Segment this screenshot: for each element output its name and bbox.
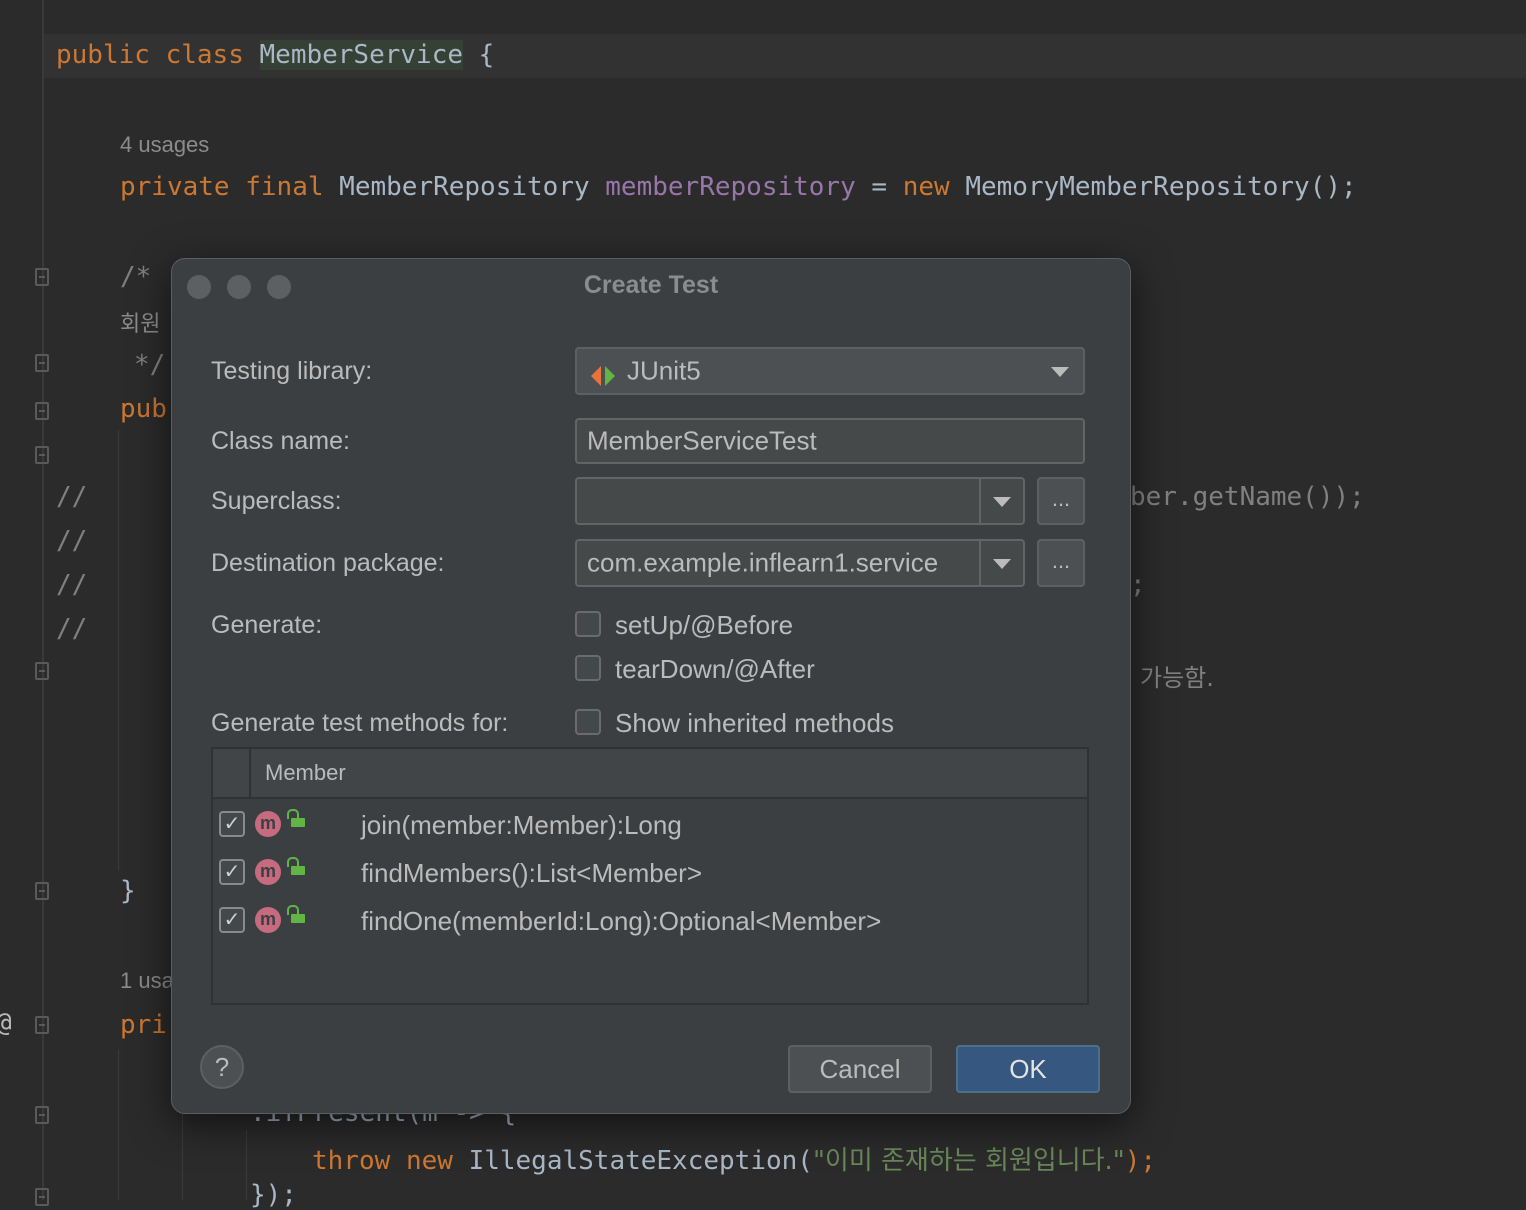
code-line-class-decl[interactable]: public class MemberService { — [56, 40, 494, 70]
table-row[interactable]: ✓ m join(member:Member):Long — [213, 801, 1087, 849]
code-snippet-right-3: 가능함. — [1140, 664, 1214, 692]
table-row[interactable]: ✓ m findMembers():List<Member> — [213, 849, 1087, 897]
junit-icon — [591, 362, 615, 386]
destination-package-value: com.example.inflearn1.service — [587, 547, 939, 578]
closing-brace: } — [120, 876, 136, 906]
row-method-signature: join(member:Member):Long — [361, 810, 682, 840]
show-inherited-checkbox[interactable] — [575, 709, 601, 735]
chevron-down-icon[interactable] — [993, 559, 1011, 569]
class-name-label: Class name: — [211, 427, 350, 455]
class-name-input[interactable]: MemberServiceTest — [575, 418, 1085, 464]
member-column-header[interactable]: Member — [265, 760, 346, 786]
code-snippet-right-2: ; — [1130, 570, 1146, 600]
create-test-dialog: Create Test Testing library: JUnit5 Clas… — [171, 258, 1131, 1114]
show-inherited-label[interactable]: Show inherited methods — [615, 708, 894, 739]
fold-marker[interactable] — [35, 1016, 49, 1034]
code-line-field-decl[interactable]: private final MemberRepository memberRep… — [120, 172, 1357, 202]
cancel-button[interactable]: Cancel — [788, 1045, 932, 1093]
public-lock-icon — [287, 905, 305, 923]
destination-package-browse-button[interactable]: ... — [1037, 539, 1085, 587]
public-lock-icon — [287, 809, 305, 827]
chevron-down-icon[interactable] — [993, 497, 1011, 507]
comment-open: /* — [120, 262, 152, 292]
line-comment-1: // — [56, 482, 88, 512]
table-row[interactable]: ✓ m findOne(memberId:Long):Optional<Memb… — [213, 897, 1087, 945]
fold-marker[interactable] — [35, 1106, 49, 1124]
line-comment-2: // — [56, 526, 88, 556]
code-snippet-right-1: ber.getName()); — [1130, 482, 1365, 512]
row-checkbox[interactable]: ✓ — [219, 859, 245, 885]
comment-korean: 회원 — [120, 311, 161, 336]
fold-marker[interactable] — [35, 662, 49, 680]
line-comment-3: // — [56, 570, 88, 600]
row-method-signature: findMembers():List<Member> — [361, 858, 702, 888]
superclass-browse-button[interactable]: ... — [1037, 477, 1085, 525]
method-icon: m — [255, 907, 281, 933]
annotation-at-icon[interactable]: @ — [0, 1008, 12, 1038]
setup-checkbox[interactable] — [575, 611, 601, 637]
indent-guide — [182, 1110, 183, 1200]
teardown-checkbox-label[interactable]: tearDown/@After — [615, 654, 815, 685]
usage-hint-2[interactable]: 1 usa — [120, 968, 174, 994]
fold-marker[interactable] — [35, 882, 49, 900]
row-checkbox[interactable]: ✓ — [219, 907, 245, 933]
methods-for-label: Generate test methods for: — [211, 709, 509, 737]
chevron-down-icon — [1051, 367, 1069, 377]
table-header: Member — [213, 749, 1087, 799]
indent-guide — [246, 1130, 247, 1200]
method-icon: m — [255, 859, 281, 885]
combo-separator — [979, 479, 981, 523]
testing-library-label: Testing library: — [211, 357, 373, 385]
row-method-signature: findOne(memberId:Long):Optional<Member> — [361, 906, 882, 936]
public-lock-icon — [287, 857, 305, 875]
class-name-value: MemberServiceTest — [587, 425, 817, 456]
row-checkbox[interactable]: ✓ — [219, 811, 245, 837]
fold-marker[interactable] — [35, 354, 49, 372]
destination-package-label: Destination package: — [211, 549, 445, 577]
help-button[interactable]: ? — [200, 1045, 244, 1089]
partial-private: pri — [120, 1010, 167, 1040]
members-table: Member ✓ m join(member:Member):Long ✓ m … — [211, 747, 1089, 1005]
destination-package-combo[interactable]: com.example.inflearn1.service — [575, 539, 1025, 587]
fold-marker[interactable] — [35, 446, 49, 464]
code-line-throw[interactable]: throw new IllegalStateException("이미 존재하는… — [312, 1140, 1156, 1177]
teardown-checkbox[interactable] — [575, 655, 601, 681]
usage-hint[interactable]: 4 usages — [120, 132, 209, 158]
testing-library-value: JUnit5 — [627, 355, 701, 386]
partial-public: pub — [120, 394, 167, 424]
ok-button[interactable]: OK — [956, 1045, 1100, 1093]
setup-checkbox-label[interactable]: setUp/@Before — [615, 610, 793, 641]
line-comment-4: // — [56, 614, 88, 644]
header-separator — [249, 749, 251, 797]
indent-guide — [118, 1050, 119, 1200]
generate-label: Generate: — [211, 611, 323, 639]
indent-guide — [118, 430, 119, 870]
comment-close: */ — [134, 350, 166, 380]
testing-library-dropdown[interactable]: JUnit5 — [575, 347, 1085, 395]
fold-marker[interactable] — [35, 402, 49, 420]
fold-marker[interactable] — [35, 1188, 49, 1206]
dialog-title: Create Test — [583, 271, 719, 299]
fold-marker[interactable] — [35, 268, 49, 286]
class-name-token: MemberService — [259, 40, 464, 70]
superclass-combo[interactable] — [575, 477, 1025, 525]
code-line-last: }); — [250, 1180, 297, 1210]
method-icon: m — [255, 811, 281, 837]
superclass-label: Superclass: — [211, 487, 342, 515]
combo-separator — [979, 541, 981, 585]
